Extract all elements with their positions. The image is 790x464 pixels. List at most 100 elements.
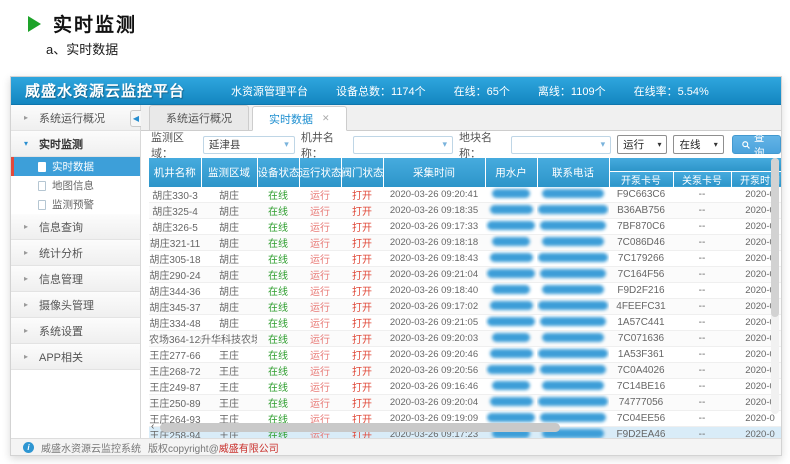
cell-phone <box>537 298 609 314</box>
cell-run-status: 运行 <box>299 330 341 346</box>
document-icon <box>38 181 46 191</box>
table-row[interactable]: 胡庄321-11胡庄在线运行打开2020-03-26 09:18:187C086… <box>149 234 781 250</box>
cell-phone <box>537 282 609 298</box>
sidebar-item-info-query[interactable]: ▸信息查询 <box>11 214 140 240</box>
app-brand: 威盛水资源云监控平台 <box>25 80 185 101</box>
chevron-right-icon: ▸ <box>24 248 32 257</box>
table-row[interactable]: 农场364-128升华科技农场在线运行打开2020-03-26 09:20:03… <box>149 330 781 346</box>
topbar-stat-2: 离线：1109个 <box>538 83 606 99</box>
cell-collect-time: 2020-03-26 09:20:46 <box>383 346 485 362</box>
sidebar-item-system-overview[interactable]: ▸系统运行概况 <box>11 105 140 131</box>
cell-collect-time: 2020-03-26 09:17:33 <box>383 218 485 234</box>
cell-well-name: 胡庄344-36 <box>149 282 201 298</box>
vertical-scrollbar[interactable] <box>771 158 779 414</box>
table-row[interactable]: 胡庄344-36胡庄在线运行打开2020-03-26 09:18:40F9D2F… <box>149 282 781 298</box>
cell-device-status: 在线 <box>257 282 299 298</box>
cell-well-name: 王庄250-89 <box>149 394 201 410</box>
cell-valve-status: 打开 <box>341 298 383 314</box>
redacted-phone-blob <box>540 221 606 230</box>
cell-well-name: 胡庄334-48 <box>149 314 201 330</box>
cell-collect-time: 2020-03-26 09:18:43 <box>383 250 485 266</box>
sidebar-subitem-realtime-data[interactable]: 实时数据 <box>11 157 140 176</box>
scroll-left-arrow-icon[interactable]: ‹ <box>151 422 154 432</box>
cell-region: 王庄 <box>201 362 257 378</box>
cell-run-status: 运行 <box>299 218 341 234</box>
sidebar-item-camera-manage[interactable]: ▸摄像头管理 <box>11 292 140 318</box>
cell-device-status: 在线 <box>257 346 299 362</box>
region-label: 监测区域： <box>151 129 197 161</box>
redacted-user-blob <box>492 189 530 198</box>
cell-close-card: -- <box>673 218 731 234</box>
table-row[interactable]: 胡庄305-18胡庄在线运行打开2020-03-26 09:18:437C179… <box>149 250 781 266</box>
cell-run-status: 运行 <box>299 314 341 330</box>
close-icon[interactable]: ✕ <box>322 114 330 123</box>
cell-collect-time: 2020-03-26 09:18:35 <box>383 202 485 218</box>
table-row[interactable]: 王庄277-66王庄在线运行打开2020-03-26 09:20:461A53F… <box>149 346 781 362</box>
online-state-select[interactable]: 在线 ▾ <box>673 135 723 154</box>
tab-realtime-data[interactable]: 实时数据✕ <box>252 106 347 131</box>
horizontal-scrollbar-track[interactable] <box>158 423 761 432</box>
region-select[interactable]: 延津县 ▾ <box>203 136 295 154</box>
tab-system-overview[interactable]: 系统运行概况 <box>149 105 249 130</box>
table-row[interactable]: 胡庄326-5胡庄在线运行打开2020-03-26 09:17:337BF870… <box>149 218 781 234</box>
document-icon <box>38 162 46 172</box>
table-row[interactable]: 胡庄325-4胡庄在线运行打开2020-03-26 09:18:35B36AB7… <box>149 202 781 218</box>
table-zone: 机井名称监测区域设备状态运行状态阀门状态采集时间用水户联系电话开泵卡号关泵卡号开… <box>141 158 781 438</box>
cell-open-card: 7C086D46 <box>609 234 673 250</box>
table-row[interactable]: 王庄249-87王庄在线运行打开2020-03-26 09:16:467C14B… <box>149 378 781 394</box>
table-row[interactable]: 胡庄330-3胡庄在线运行打开2020-03-26 09:20:41F9C663… <box>149 187 781 203</box>
topbar-stat-0: 设备总数：1174个 <box>336 83 426 99</box>
sidebar-subitem-map-info[interactable]: 地图信息 <box>11 176 140 195</box>
cell-water-user <box>485 314 537 330</box>
redacted-phone-blob <box>542 237 604 246</box>
cell-valve-status: 打开 <box>341 234 383 250</box>
sidebar-item-stats-analysis[interactable]: ▸ 统计分析 <box>11 240 140 266</box>
cell-well-name: 农场364-128 <box>149 330 201 346</box>
sidebar-item-label: 统计分析 <box>39 245 83 261</box>
cell-valve-status: 打开 <box>341 266 383 282</box>
cell-collect-time: 2020-03-26 09:18:40 <box>383 282 485 298</box>
run-state-select[interactable]: 运行 ▾ <box>617 135 667 154</box>
horizontal-scrollbar-thumb[interactable] <box>160 423 560 432</box>
sidebar-item-app-related[interactable]: ▸ APP相关 <box>11 344 140 370</box>
sidebar-collapse-button[interactable]: ◀ <box>130 110 141 127</box>
vertical-scrollbar-thumb[interactable] <box>771 158 779 317</box>
horizontal-scrollbar[interactable]: ‹ <box>151 422 761 432</box>
sidebar-item-info-manage[interactable]: ▸信息管理 <box>11 266 140 292</box>
redacted-phone-blob <box>542 333 604 342</box>
chevron-down-icon: ▾ <box>284 139 289 150</box>
cell-phone <box>537 234 609 250</box>
cell-run-status: 运行 <box>299 202 341 218</box>
cell-close-card: -- <box>673 250 731 266</box>
content-area: 系统运行概况实时数据✕ 监测区域： 延津县 ▾ 机井名称： ▾ 地块名称： <box>141 105 781 438</box>
sidebar-item-system-settings[interactable]: ▸系统设置 <box>11 318 140 344</box>
sidebar-item-label: 系统运行概况 <box>39 110 105 126</box>
cell-close-card: -- <box>673 187 731 203</box>
topbar-stat-1: 在线：65个 <box>454 83 510 99</box>
cell-open-card: 7BF870C6 <box>609 218 673 234</box>
plot-select[interactable]: ▾ <box>511 136 611 154</box>
cell-valve-status: 打开 <box>341 282 383 298</box>
cell-valve-status: 打开 <box>341 218 383 234</box>
table-row[interactable]: 胡庄290-24胡庄在线运行打开2020-03-26 09:21:047C164… <box>149 266 781 282</box>
table-row[interactable]: 胡庄334-48胡庄在线运行打开2020-03-26 09:21:051A57C… <box>149 314 781 330</box>
sidebar-item-label: APP相关 <box>39 349 83 365</box>
column-header-1: 监测区域 <box>201 158 257 187</box>
sidebar-subitem-monitor-warning[interactable]: 监测预警 <box>11 195 140 214</box>
sidebar-item-label: 信息管理 <box>39 271 83 287</box>
chevron-right-icon: ▸ <box>24 352 32 361</box>
search-button[interactable]: 查询 <box>732 135 781 154</box>
tab-label: 系统运行概况 <box>166 110 232 126</box>
column-header-2: 设备状态 <box>257 158 299 187</box>
table-row[interactable]: 王庄250-89王庄在线运行打开2020-03-26 09:20:0474777… <box>149 394 781 410</box>
table-row[interactable]: 王庄268-72王庄在线运行打开2020-03-26 09:20:567C0A4… <box>149 362 781 378</box>
sidebar-item-realtime-monitor[interactable]: ▾实时监测 <box>11 131 140 157</box>
well-select[interactable]: ▾ <box>353 136 453 154</box>
cell-region: 王庄 <box>201 346 257 362</box>
cell-device-status: 在线 <box>257 266 299 282</box>
table-row[interactable]: 胡庄345-37胡庄在线运行打开2020-03-26 09:17:024FEEF… <box>149 298 781 314</box>
page-title: 实时监测 <box>53 10 137 37</box>
cell-region: 升华科技农场 <box>201 330 257 346</box>
platform-label: 水资源管理平台 <box>231 83 308 99</box>
redacted-phone-blob <box>542 189 604 198</box>
